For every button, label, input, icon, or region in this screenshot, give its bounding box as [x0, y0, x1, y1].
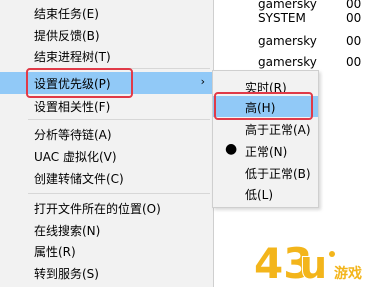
menu-item-set-affinity[interactable]: 设置相关性(F)	[0, 95, 213, 117]
menu-item-open-file-location[interactable]: 打开文件所在的位置(O)	[0, 197, 213, 219]
process-user: gamersky	[258, 55, 317, 69]
menu-item-label: 设置相关性(F)	[34, 100, 111, 114]
svg-text:u: u	[300, 243, 327, 286]
process-value: 00	[346, 11, 362, 25]
context-menu: 结束任务(E) 提供反馈(B) 结束进程树(T) 设置优先级(P) › 设置相关…	[0, 0, 214, 287]
submenu-item-label: 正常(N)	[245, 145, 288, 159]
menu-item-label: 打开文件所在的位置(O)	[34, 202, 161, 216]
process-row[interactable]: gamersky 00	[214, 31, 367, 51]
site-logo: 43 u 游戏	[253, 238, 362, 286]
menu-item-go-to-services[interactable]: 转到服务(S)	[0, 262, 213, 284]
menu-item-properties[interactable]: 属性(R)	[0, 240, 213, 262]
menu-item-feedback[interactable]: 提供反馈(B)	[0, 24, 213, 46]
menu-item-label: 转到服务(S)	[34, 267, 99, 281]
process-row[interactable]: gamersky 00	[214, 52, 367, 72]
menu-item-label: 结束任务(E)	[34, 7, 99, 21]
menu-item-label: 分析等待链(A)	[34, 128, 112, 142]
menu-item-analyze-wait-chain[interactable]: 分析等待链(A)	[0, 123, 213, 145]
chevron-right-icon: ›	[200, 75, 205, 88]
process-user: gamersky	[258, 34, 317, 48]
process-row[interactable]: SYSTEM 00	[214, 8, 367, 28]
logo-text: 游戏	[334, 265, 362, 282]
menu-item-label: 属性(R)	[34, 245, 76, 259]
submenu-item-low[interactable]: 低(L)	[213, 183, 318, 204]
menu-item-end-task[interactable]: 结束任务(E)	[0, 2, 213, 24]
process-value: 00	[346, 34, 362, 48]
menu-item-label: 在线搜索(N)	[34, 224, 101, 238]
submenu-item-label: 低(L)	[245, 188, 274, 202]
highlight-box-set-priority	[26, 68, 133, 98]
menu-item-label: 结束进程树(T)	[34, 50, 111, 64]
menu-item-search-online[interactable]: 在线搜索(N)	[0, 219, 213, 241]
submenu-item-label: 高于正常(A)	[245, 123, 311, 137]
menu-item-label: 提供反馈(B)	[34, 29, 100, 43]
priority-submenu: 实时(R) 高(H) 高于正常(A) ● 正常(N) 低于正常(B) 低(L)	[212, 70, 319, 208]
menu-item-label: UAC 虚拟化(V)	[34, 150, 117, 164]
menu-separator	[28, 119, 210, 120]
submenu-item-above-normal[interactable]: 高于正常(A)	[213, 118, 318, 139]
menu-item-uac-virtualization[interactable]: UAC 虚拟化(V)	[0, 145, 213, 167]
menu-item-create-dump-file[interactable]: 创建转储文件(C)	[0, 167, 213, 189]
highlight-box-high	[214, 92, 313, 120]
menu-item-end-process-tree[interactable]: 结束进程树(T)	[0, 45, 213, 67]
menu-separator	[28, 193, 210, 194]
menu-item-label: 创建转储文件(C)	[34, 172, 124, 186]
submenu-item-below-normal[interactable]: 低于正常(B)	[213, 162, 318, 183]
process-user: SYSTEM	[258, 11, 306, 25]
radio-bullet-icon: ●	[225, 141, 238, 157]
submenu-item-label: 低于正常(B)	[245, 167, 311, 181]
submenu-item-normal[interactable]: ● 正常(N)	[213, 140, 318, 161]
process-value: 00	[346, 55, 362, 69]
